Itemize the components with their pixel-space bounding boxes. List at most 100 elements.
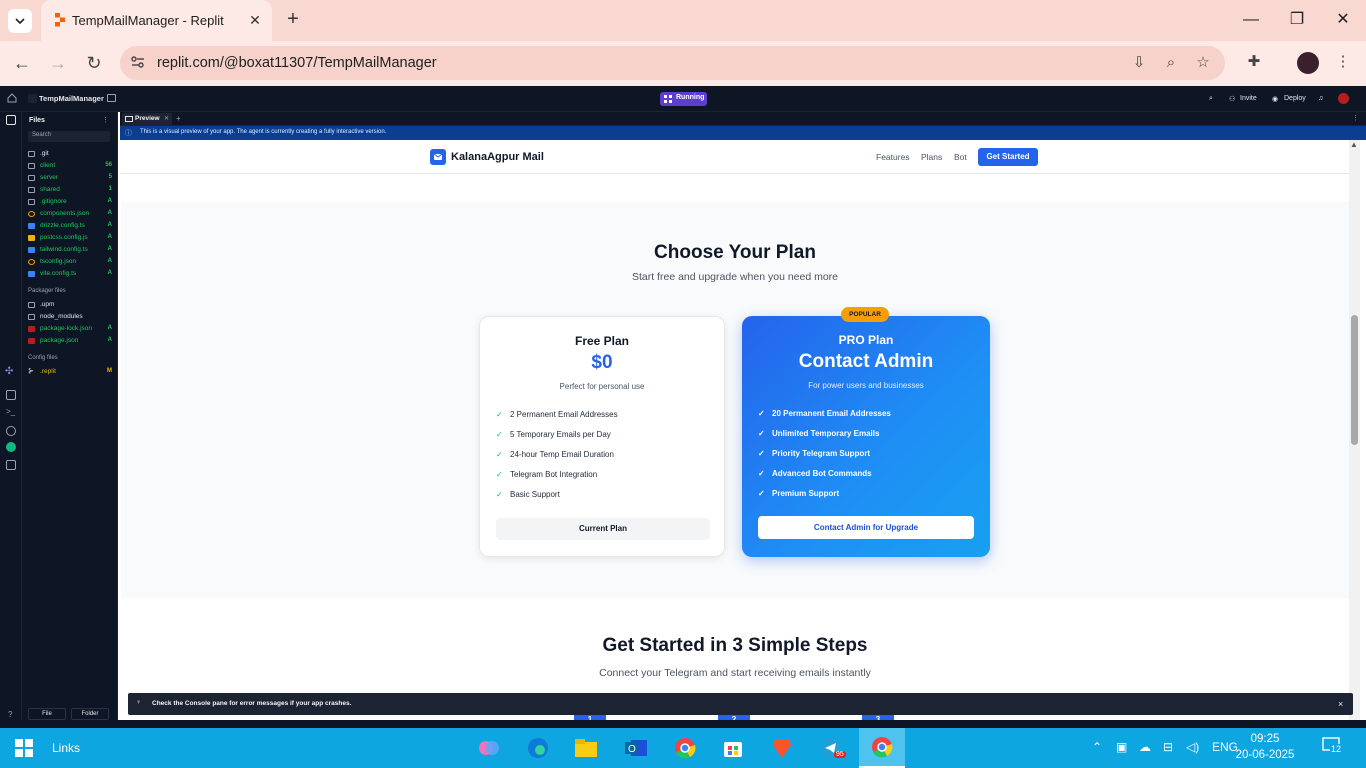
new-folder-button[interactable]: Folder — [71, 708, 109, 720]
file-item[interactable]: package.json A — [28, 336, 112, 348]
extensions-icon[interactable]: ✚ — [1245, 53, 1263, 71]
run-status-button[interactable]: Running — [660, 92, 707, 106]
database-tool-icon[interactable] — [6, 426, 16, 436]
current-plan-button[interactable]: Current Plan — [496, 518, 710, 540]
onedrive-icon[interactable]: ☁ — [1139, 740, 1151, 754]
json-file-icon — [28, 211, 35, 217]
help-icon[interactable]: ? — [8, 710, 12, 719]
get-started-button[interactable]: Get Started — [978, 148, 1038, 166]
nav-link-features[interactable]: Features — [876, 152, 910, 162]
nav-link-plans[interactable]: Plans — [921, 152, 942, 162]
popular-badge: POPULAR — [841, 307, 889, 322]
outlook-app-icon[interactable]: O — [621, 734, 651, 762]
toast-close-icon[interactable]: × — [1338, 699, 1343, 709]
edge-app-icon[interactable] — [523, 734, 553, 762]
file-item[interactable]: postcss.config.js A — [28, 233, 112, 245]
store-app-icon[interactable] — [718, 734, 748, 762]
plan-name: PRO Plan — [838, 333, 894, 347]
restore-button[interactable]: ❐ — [1287, 10, 1307, 30]
tab-close-icon[interactable]: ✕ — [247, 12, 263, 28]
file-item[interactable]: node_modules — [28, 312, 112, 324]
add-tab-icon[interactable]: + — [176, 114, 181, 123]
pricing-subtitle: Start free and upgrade when you need mor… — [631, 271, 839, 283]
files-menu-icon[interactable]: ⋮ — [102, 116, 109, 124]
preview-scrollbar[interactable]: ▲ — [1349, 140, 1360, 720]
address-bar[interactable]: replit.com/@boxat11307/TempMailManager ⇩… — [120, 46, 1225, 80]
profile-avatar[interactable] — [1297, 52, 1319, 74]
files-search-input[interactable]: Search — [28, 131, 110, 142]
network-icon[interactable]: ⊟ — [1163, 740, 1173, 754]
all-tools-icon[interactable] — [6, 460, 16, 470]
file-explorer-app-icon[interactable] — [571, 734, 601, 762]
notification-center-button[interactable]: 12 — [1322, 737, 1344, 757]
nav-link-bot[interactable]: Bot — [954, 152, 967, 162]
invite-button[interactable]: Invite — [1240, 95, 1257, 102]
volume-icon[interactable]: ◁) — [1186, 740, 1199, 754]
plan-feature: ✓ Priority Telegram Support — [758, 449, 871, 458]
telegram-app-icon[interactable]: 95 — [816, 734, 846, 762]
preview-tab[interactable]: Preview ✕ — [122, 113, 172, 125]
brave-app-icon[interactable] — [767, 734, 797, 762]
new-file-button[interactable]: File — [28, 708, 66, 720]
app-name[interactable]: TempMailManager — [39, 94, 104, 103]
browser-menu-icon[interactable]: ⋮ — [1334, 53, 1352, 71]
forward-button[interactable]: → — [47, 52, 69, 74]
file-item[interactable]: server 5 — [28, 173, 112, 185]
file-item[interactable]: client 56 — [28, 161, 112, 173]
chrome-app-icon[interactable] — [670, 734, 700, 762]
url-text[interactable]: replit.com/@boxat11307/TempMailManager — [157, 55, 437, 71]
file-item[interactable]: package-lock.json A — [28, 324, 112, 336]
bookmark-star-icon[interactable]: ☆ — [1194, 54, 1212, 72]
file-item[interactable]: drizzle.config.ts A — [28, 221, 112, 233]
file-item[interactable]: components.json A — [28, 209, 112, 221]
files-tool-icon[interactable] — [6, 115, 16, 125]
browser-tab-active[interactable]: TempMailManager - Replit ✕ — [41, 0, 272, 41]
links-toolbar-label[interactable]: Links — [52, 741, 80, 755]
deploy-button[interactable]: Deploy — [1284, 95, 1306, 102]
show-hidden-icons-icon[interactable]: ⌃ — [1092, 740, 1102, 754]
preview-tool-icon[interactable] — [6, 390, 16, 400]
home-icon[interactable] — [7, 93, 17, 103]
notification-bell-icon[interactable]: ♫ — [1318, 95, 1323, 102]
back-button[interactable]: ← — [11, 52, 33, 74]
file-item[interactable]: tailwind.config.ts A — [28, 245, 112, 257]
close-tab-icon[interactable]: ✕ — [164, 115, 169, 122]
file-item[interactable]: tsconfig.json A — [28, 257, 112, 269]
file-item[interactable]: shared 1 — [28, 185, 112, 197]
copilot-app-icon[interactable] — [474, 734, 504, 762]
secrets-tool-icon[interactable] — [6, 442, 16, 452]
info-icon: ⓘ — [125, 130, 132, 137]
clock-time[interactable]: 09:25 — [1237, 733, 1293, 745]
window-close-button[interactable]: ✕ — [1333, 10, 1353, 30]
toggle-panel-icon[interactable] — [107, 94, 116, 102]
brand-name[interactable]: KalanaAgpur Mail — [451, 151, 544, 163]
steps-subtitle: Connect your Telegram and start receivin… — [599, 667, 871, 679]
windows-start-icon[interactable] — [15, 739, 33, 757]
scroll-up-arrow-icon[interactable]: ▲ — [1350, 140, 1358, 149]
file-item[interactable]: .git — [28, 149, 112, 161]
packager-files-heading: Packager files — [28, 288, 66, 294]
scrollbar-thumb[interactable] — [1351, 315, 1358, 445]
file-item[interactable]: .upm — [28, 300, 112, 312]
minimize-button[interactable]: — — [1241, 10, 1261, 30]
chrome-active-app-icon[interactable] — [859, 728, 905, 768]
reload-button[interactable]: ↻ — [83, 52, 105, 74]
file-item[interactable]: vite.config.ts A — [28, 269, 112, 281]
shell-tool-icon[interactable]: >_ — [6, 407, 15, 416]
install-app-icon[interactable]: ⇩ — [1130, 54, 1148, 72]
pane-menu-icon[interactable]: ⋮ — [1352, 114, 1359, 122]
steps-title: Get Started in 3 Simple Steps — [602, 635, 868, 656]
tab-search-button[interactable] — [8, 9, 32, 33]
file-item[interactable]: ⊱ .replit M — [28, 367, 112, 379]
contact-admin-button[interactable]: Contact Admin for Upgrade — [758, 516, 974, 539]
meet-now-icon[interactable]: ▣ — [1116, 740, 1127, 754]
user-avatar[interactable] — [1338, 93, 1349, 104]
site-settings-icon[interactable] — [130, 54, 146, 70]
agent-tool-icon[interactable]: ✣ — [5, 366, 17, 378]
file-item[interactable]: .gitignore A — [28, 197, 112, 209]
search-icon[interactable]: ⌕ — [1209, 95, 1213, 103]
zoom-icon[interactable]: ⌕ — [1162, 54, 1180, 72]
clock-date[interactable]: 20-06-2025 — [1233, 749, 1297, 761]
new-tab-button[interactable]: + — [282, 8, 304, 30]
plan-feature: ✓ Basic Support — [496, 490, 560, 499]
